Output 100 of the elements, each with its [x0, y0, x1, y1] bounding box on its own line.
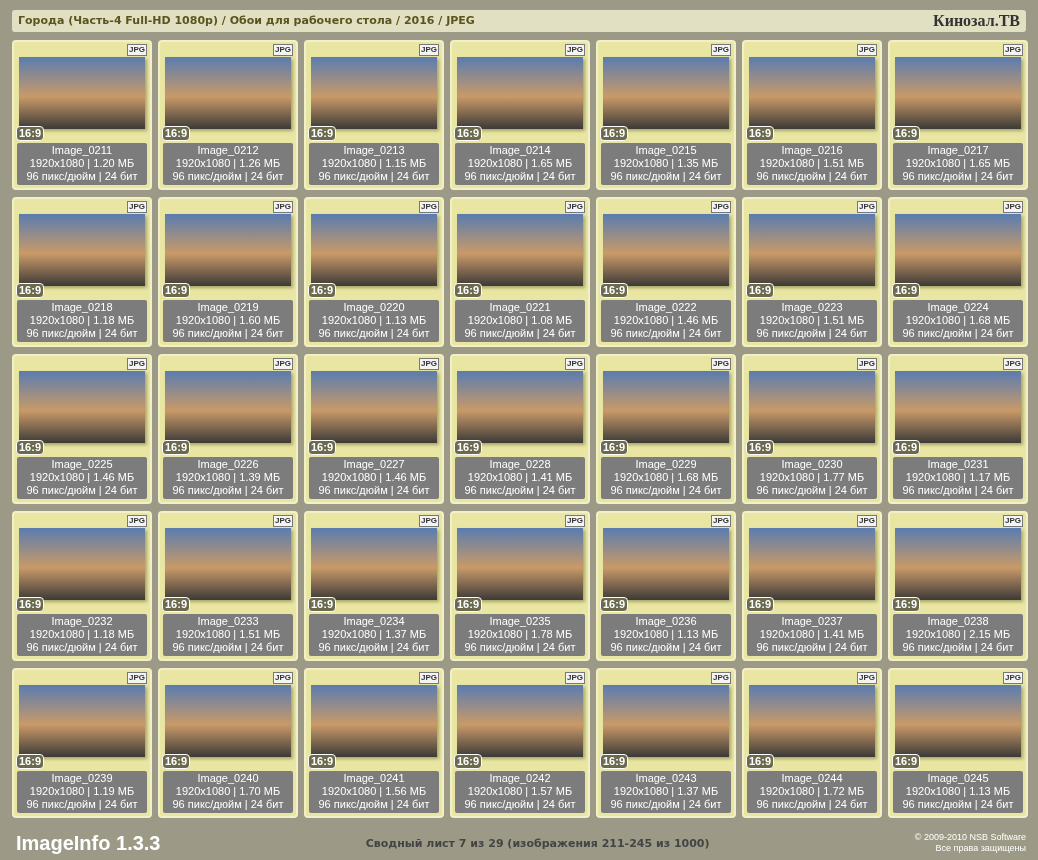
- file-name: Image_0217: [926, 144, 990, 157]
- dimensions-size-text: 1920x1080 | 1.46 МБ: [28, 471, 136, 484]
- file-format-tag: JPG: [1003, 358, 1023, 370]
- dimensions-size-text: 1920x1080 | 1.13 МБ: [320, 314, 428, 327]
- resolution-depth-text: 96 пикс/дюйм | 24 бит: [463, 641, 577, 654]
- file-name: Image_0228: [488, 458, 552, 471]
- file-name: Image_0219: [196, 301, 260, 314]
- aspect-ratio-tag: 16:9: [892, 283, 921, 298]
- dimensions-size-text: 1920x1080 | 1.13 МБ: [612, 628, 720, 641]
- aspect-ratio-tag: 16:9: [308, 754, 337, 769]
- resolution-depth-text: 96 пикс/дюйм | 24 бит: [755, 327, 869, 340]
- file-format-tag: JPG: [857, 201, 877, 213]
- dimensions-size-text: 1920x1080 | 1.68 МБ: [612, 471, 720, 484]
- file-format-tag: JPG: [419, 358, 439, 370]
- dimensions-size-text: 1920x1080 | 1.37 МБ: [612, 785, 720, 798]
- sheet-caption: Сводный лист 7 из 29 (изображения 211-245 из 1000): [365, 836, 710, 852]
- aspect-ratio-tag: 16:9: [162, 126, 191, 141]
- aspect-ratio-tag: 16:9: [308, 283, 337, 298]
- dimensions-size-text: 1920x1080 | 1.72 МБ: [758, 785, 866, 798]
- dimensions-size-text: 1920x1080 | 1.18 МБ: [28, 314, 136, 327]
- resolution-depth-text: 96 пикс/дюйм | 24 бит: [901, 798, 1015, 811]
- resolution-depth-text: 96 пикс/дюйм | 24 бит: [901, 641, 1015, 654]
- file-name: Image_0233: [196, 615, 260, 628]
- file-format-tag: JPG: [273, 358, 293, 370]
- resolution-depth-text: 96 пикс/дюйм | 24 бит: [171, 170, 285, 183]
- dimensions-size-text: 1920x1080 | 1.41 МБ: [758, 628, 866, 641]
- file-name: Image_0235: [488, 615, 552, 628]
- dimensions-size-text: 1920x1080 | 1.15 МБ: [320, 157, 428, 170]
- aspect-ratio-tag: 16:9: [162, 283, 191, 298]
- aspect-ratio-tag: 16:9: [600, 754, 629, 769]
- file-format-tag: JPG: [127, 201, 147, 213]
- file-format-tag: JPG: [273, 44, 293, 56]
- file-name: Image_0216: [780, 144, 844, 157]
- file-name: Image_0236: [634, 615, 698, 628]
- dimensions-size-text: 1920x1080 | 1.19 МБ: [28, 785, 136, 798]
- dimensions-size-text: 1920x1080 | 2.15 МБ: [904, 628, 1012, 641]
- aspect-ratio-tag: 16:9: [600, 126, 629, 141]
- file-name: Image_0218: [50, 301, 114, 314]
- dimensions-size-text: 1920x1080 | 1.18 МБ: [28, 628, 136, 641]
- resolution-depth-text: 96 пикс/дюйм | 24 бит: [609, 484, 723, 497]
- resolution-depth-text: 96 пикс/дюйм | 24 бит: [463, 327, 577, 340]
- resolution-depth-text: 96 пикс/дюйм | 24 бит: [463, 484, 577, 497]
- resolution-depth-text: 96 пикс/дюйм | 24 бит: [317, 641, 431, 654]
- file-format-tag: JPG: [565, 515, 585, 527]
- dimensions-size-text: 1920x1080 | 1.51 МБ: [758, 314, 866, 327]
- dimensions-size-text: 1920x1080 | 1.65 МБ: [466, 157, 574, 170]
- file-format-tag: JPG: [1003, 672, 1023, 684]
- aspect-ratio-tag: 16:9: [308, 126, 337, 141]
- resolution-depth-text: 96 пикс/дюйм | 24 бит: [25, 170, 139, 183]
- aspect-ratio-tag: 16:9: [162, 440, 191, 455]
- aspect-ratio-tag: 16:9: [746, 440, 775, 455]
- resolution-depth-text: 96 пикс/дюйм | 24 бит: [171, 327, 285, 340]
- aspect-ratio-tag: 16:9: [308, 440, 337, 455]
- resolution-depth-text: 96 пикс/дюйм | 24 бит: [317, 170, 431, 183]
- dimensions-size-text: 1920x1080 | 1.20 МБ: [28, 157, 136, 170]
- file-format-tag: JPG: [1003, 515, 1023, 527]
- file-format-tag: JPG: [857, 515, 877, 527]
- page-title: Города (Часть-4 Full-HD 1080p) / Обои для рабочего стола / 2016 / JPEG: [18, 12, 475, 29]
- file-format-tag: JPG: [857, 358, 877, 370]
- aspect-ratio-tag: 16:9: [162, 597, 191, 612]
- resolution-depth-text: 96 пикс/дюйм | 24 бит: [755, 484, 869, 497]
- file-name: Image_0239: [50, 772, 114, 785]
- aspect-ratio-tag: 16:9: [892, 440, 921, 455]
- dimensions-size-text: 1920x1080 | 1.17 МБ: [904, 471, 1012, 484]
- file-format-tag: JPG: [1003, 44, 1023, 56]
- file-name: Image_0223: [780, 301, 844, 314]
- dimensions-size-text: 1920x1080 | 1.46 МБ: [612, 314, 720, 327]
- app-name: ImageInfo 1.3.3: [16, 831, 161, 856]
- resolution-depth-text: 96 пикс/дюйм | 24 бит: [755, 641, 869, 654]
- file-name: Image_0214: [488, 144, 552, 157]
- site-logo-text: Кинозал.ТВ: [933, 11, 1020, 31]
- file-format-tag: JPG: [127, 358, 147, 370]
- rights-text: Все права защищены: [934, 843, 1026, 854]
- file-format-tag: JPG: [127, 515, 147, 527]
- file-name: Image_0229: [634, 458, 698, 471]
- aspect-ratio-tag: 16:9: [892, 597, 921, 612]
- file-format-tag: JPG: [419, 201, 439, 213]
- file-format-tag: JPG: [273, 515, 293, 527]
- resolution-depth-text: 96 пикс/дюйм | 24 бит: [609, 327, 723, 340]
- aspect-ratio-tag: 16:9: [16, 283, 45, 298]
- file-name: Image_0238: [926, 615, 990, 628]
- resolution-depth-text: 96 пикс/дюйм | 24 бит: [609, 641, 723, 654]
- aspect-ratio-tag: 16:9: [454, 754, 483, 769]
- file-name: Image_0221: [488, 301, 552, 314]
- file-format-tag: JPG: [565, 672, 585, 684]
- file-name: Image_0241: [342, 772, 406, 785]
- resolution-depth-text: 96 пикс/дюйм | 24 бит: [171, 641, 285, 654]
- aspect-ratio-tag: 16:9: [892, 126, 921, 141]
- resolution-depth-text: 96 пикс/дюйм | 24 бит: [317, 327, 431, 340]
- resolution-depth-text: 96 пикс/дюйм | 24 бит: [171, 798, 285, 811]
- aspect-ratio-tag: 16:9: [454, 126, 483, 141]
- file-name: Image_0222: [634, 301, 698, 314]
- dimensions-size-text: 1920x1080 | 1.26 МБ: [174, 157, 282, 170]
- file-name: Image_0245: [926, 772, 990, 785]
- dimensions-size-text: 1920x1080 | 1.41 МБ: [466, 471, 574, 484]
- file-name: Image_0232: [50, 615, 114, 628]
- resolution-depth-text: 96 пикс/дюйм | 24 бит: [901, 484, 1015, 497]
- aspect-ratio-tag: 16:9: [454, 440, 483, 455]
- dimensions-size-text: 1920x1080 | 1.77 МБ: [758, 471, 866, 484]
- file-format-tag: JPG: [273, 201, 293, 213]
